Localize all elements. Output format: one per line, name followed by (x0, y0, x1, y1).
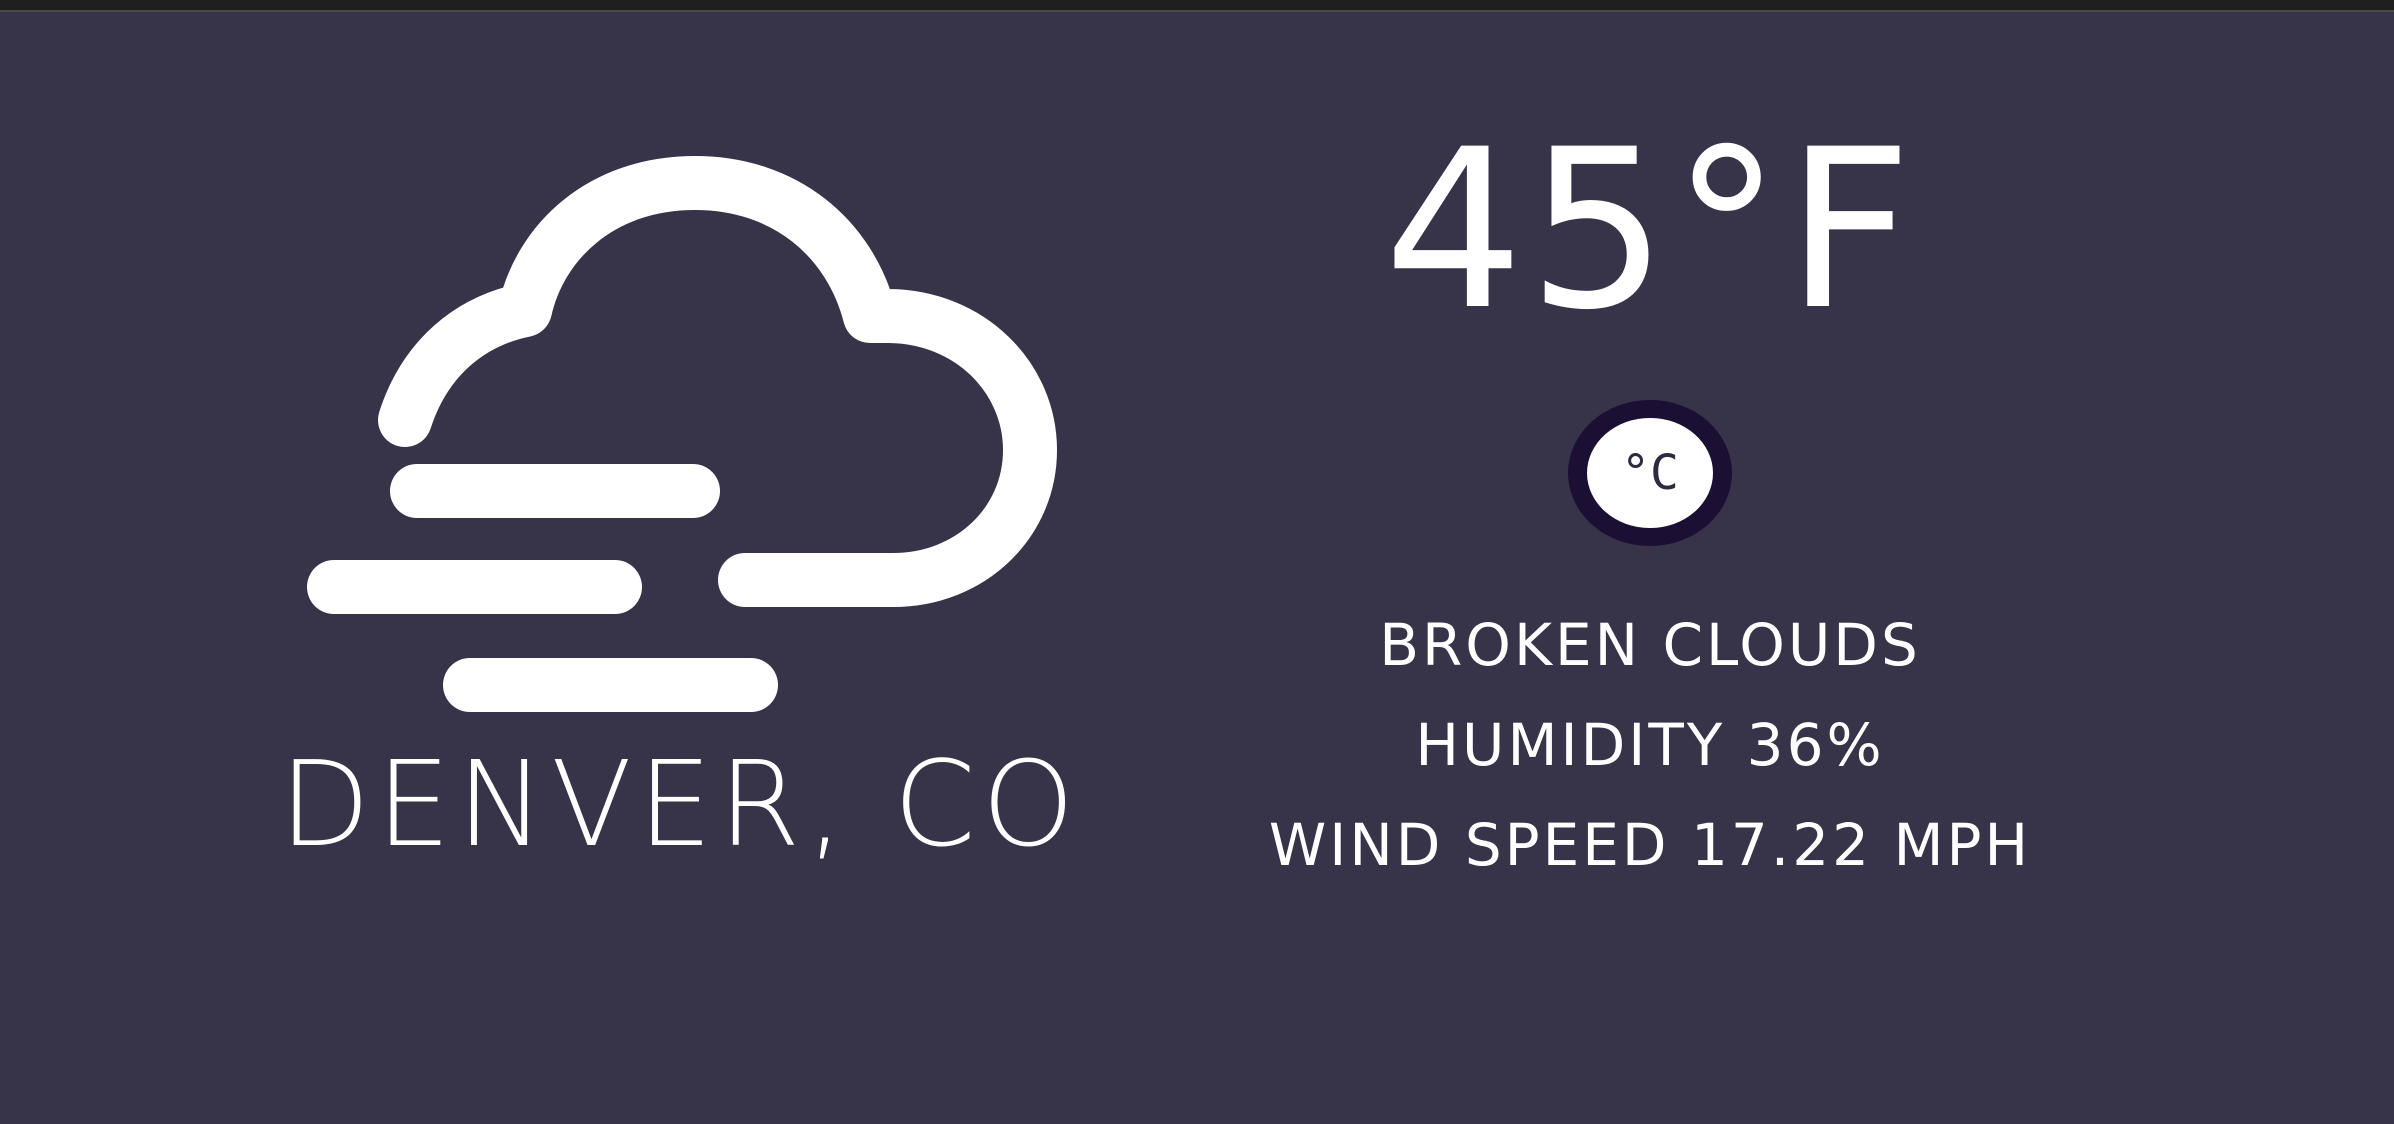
humidity-readout: HUMIDITY 36% (1415, 711, 1885, 779)
city-name: DENVER, CO (279, 735, 1081, 873)
weather-description: BROKEN CLOUDS (1379, 611, 1921, 679)
wind-speed-readout: WIND SPEED 17.22 MPH (1268, 811, 2032, 879)
wind-bar-3 (443, 658, 778, 712)
window-top-edge (0, 0, 2394, 12)
wind-bar-2 (307, 560, 642, 614)
cloud-outline (378, 156, 1057, 607)
wind-bar-1 (390, 464, 720, 518)
unit-toggle-button[interactable]: °C (1568, 400, 1732, 546)
temperature: 45°F (1383, 102, 1917, 358)
unit-toggle-label[interactable]: °C (1587, 418, 1713, 528)
weather-details: 45°F °C BROKEN CLOUDS HUMIDITY 36% WIND … (1250, 120, 2050, 874)
broken-clouds-wind-icon (307, 156, 1057, 712)
